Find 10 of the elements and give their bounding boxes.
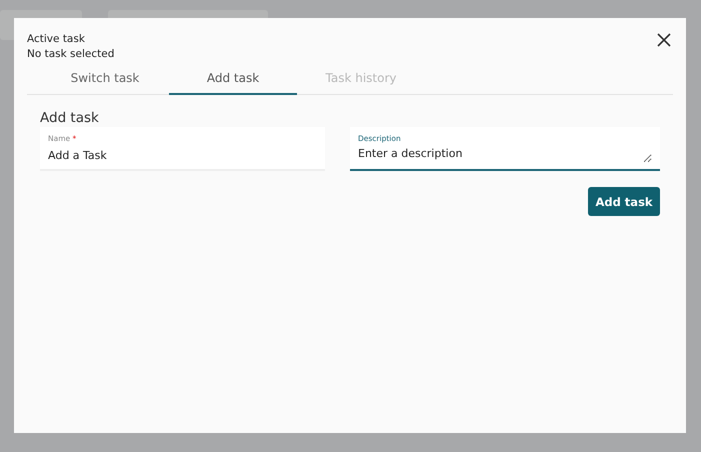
- text-input[interactable]: Enter a description: [358, 147, 652, 163]
- add-task-button[interactable]: Add task: [588, 187, 660, 216]
- dialog-title: Active task: [27, 32, 86, 47]
- dialog-subtitle: No task selected: [27, 47, 114, 62]
- tab[interactable]: Add task: [169, 68, 297, 95]
- tab[interactable]: Switch task: [41, 68, 169, 95]
- form-heading: Add task: [40, 109, 100, 127]
- text-input[interactable]: Add a Task: [48, 147, 317, 163]
- close-button[interactable]: [657, 33, 671, 47]
- close-icon: [657, 33, 671, 47]
